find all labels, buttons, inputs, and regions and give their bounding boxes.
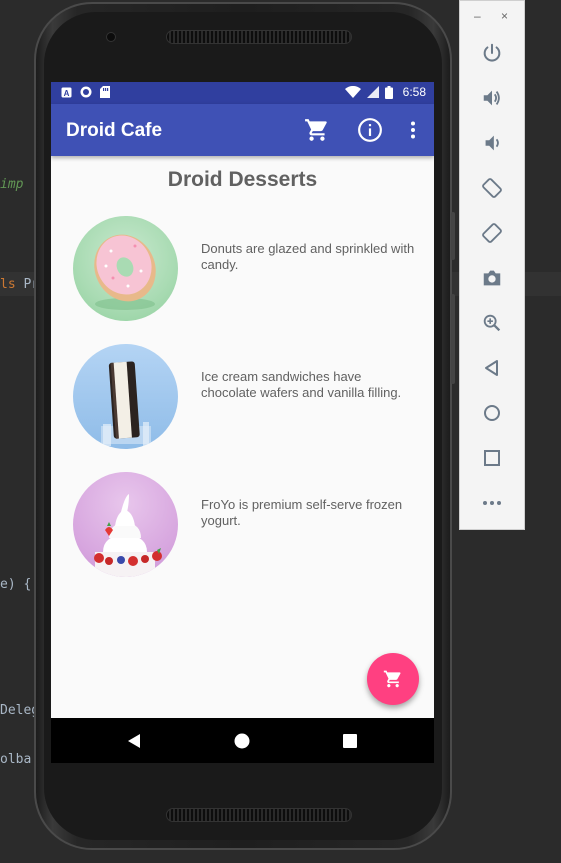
power-side-button (451, 212, 455, 260)
overflow-menu-button[interactable] (399, 116, 427, 144)
ide-code-fragment: olba (0, 752, 32, 767)
back-triangle-icon (128, 734, 140, 748)
power-button[interactable] (478, 39, 506, 67)
volume-up-icon (483, 90, 500, 106)
home-icon (484, 405, 500, 421)
status-time: 6:58 (402, 85, 426, 99)
zoom-icon (483, 314, 501, 332)
back-icon (485, 360, 498, 376)
ide-code-fragment: e) { (0, 577, 32, 592)
ice-cream-sandwich-description: Ice cream sandwiches have chocolate wafe… (201, 369, 402, 400)
wifi-icon (344, 86, 361, 98)
info-action-button[interactable] (356, 116, 384, 144)
close-button[interactable]: × (501, 9, 508, 23)
volume-down-button[interactable] (478, 129, 506, 157)
top-speaker-grille (166, 30, 352, 44)
device-screen: A 6:58 Droid Cafe Droid Desserts Donuts … (51, 82, 434, 763)
status-notifications: A (61, 86, 110, 98)
floating-cart-button[interactable] (367, 653, 419, 705)
system-navigation-bar (51, 718, 434, 763)
volume-side-button (451, 294, 455, 384)
nav-back-button[interactable] (123, 730, 145, 752)
ice-cream-sandwich-image[interactable] (73, 344, 178, 449)
battery-icon (384, 85, 393, 99)
screenshot-button[interactable] (478, 264, 506, 292)
nav-home-button[interactable] (231, 730, 253, 752)
froyo-description: FroYo is premium self-serve frozen yogur… (201, 497, 403, 528)
volume-down-icon (485, 135, 499, 151)
rotate-right-icon (482, 223, 502, 243)
ice-cream-sandwich-illustration (101, 361, 151, 446)
notification-a-icon: A (61, 87, 72, 98)
power-icon (483, 43, 501, 62)
status-system: 6:58 (344, 85, 426, 99)
minimize-button[interactable]: – (474, 9, 481, 23)
cell-signal-icon (366, 86, 379, 98)
camera-icon (483, 270, 501, 286)
page-title: Droid Desserts (167, 168, 318, 191)
donut-illustration (94, 234, 156, 310)
overflow-menu-icon (411, 121, 415, 139)
zoom-button[interactable] (478, 309, 506, 337)
volume-up-button[interactable] (478, 84, 506, 112)
app-bar: Droid Cafe (51, 104, 434, 156)
donut-description: Donuts are glazed and sprinkled with can… (201, 241, 415, 272)
home-button[interactable] (478, 399, 506, 427)
donut-image[interactable] (73, 216, 178, 321)
bottom-speaker-grille (166, 808, 352, 822)
front-camera (106, 32, 116, 42)
ide-code-fragment: imp (0, 177, 24, 192)
cart-icon (383, 670, 401, 688)
more-icon (483, 501, 501, 505)
info-icon (358, 118, 382, 142)
svg-text:A: A (64, 89, 70, 98)
froyo-image[interactable] (73, 472, 178, 577)
status-bar: A 6:58 (51, 82, 434, 104)
more-button[interactable] (478, 489, 506, 517)
notification-circle-icon (80, 86, 92, 98)
cart-icon (305, 119, 327, 141)
cart-action-button[interactable] (303, 116, 331, 144)
froyo-illustration (94, 494, 162, 577)
overview-icon (484, 450, 500, 466)
back-button[interactable] (478, 354, 506, 382)
overview-square-icon (343, 734, 357, 748)
home-circle-icon (234, 733, 250, 749)
nav-overview-button[interactable] (339, 730, 361, 752)
rotate-left-icon (482, 178, 502, 198)
sd-card-icon (100, 86, 110, 98)
rotate-right-button[interactable] (478, 219, 506, 247)
overview-button[interactable] (478, 444, 506, 472)
app-title: Droid Cafe (66, 120, 163, 141)
emulator-toolbar: – × (459, 0, 525, 530)
rotate-left-button[interactable] (478, 174, 506, 202)
